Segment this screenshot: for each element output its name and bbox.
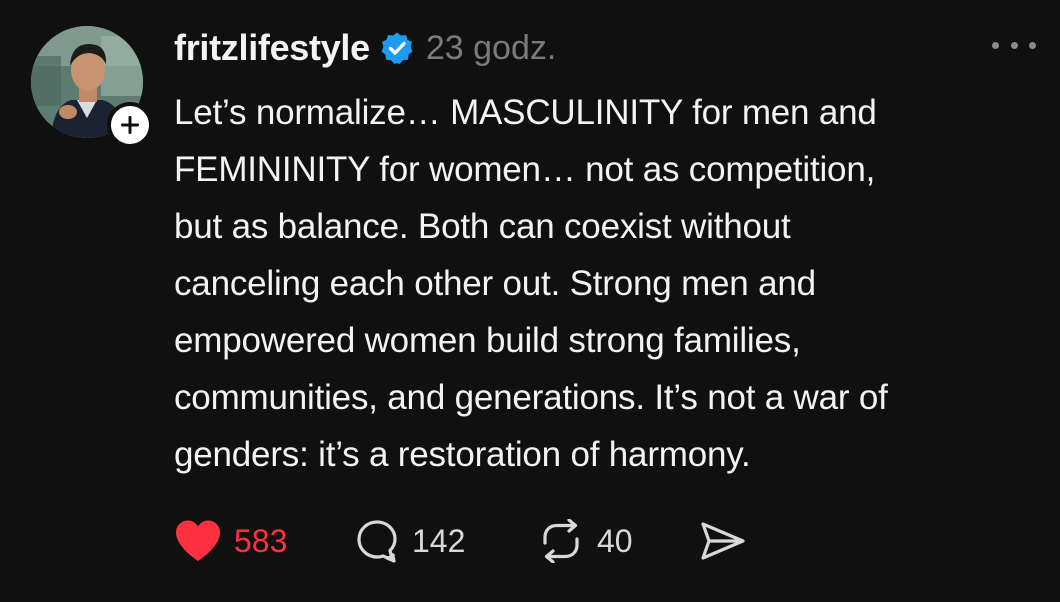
post-text-line: empowered women build strong families,: [174, 321, 801, 360]
thread-post: fritzlifestyle 23 godz. Let’s normalize……: [0, 0, 1060, 602]
repost-icon: [543, 519, 579, 563]
avatar-container: [31, 26, 153, 148]
more-options-button[interactable]: [992, 30, 1036, 60]
post-text: Let’s normalize… MASCULINITY for men and…: [174, 84, 1034, 483]
heart-filled-icon: [176, 520, 220, 561]
like-button[interactable]: 583: [174, 519, 354, 563]
follow-button[interactable]: [107, 102, 153, 148]
post-text-line: Let’s normalize… MASCULINITY for men and: [174, 93, 877, 132]
post-text-line: but as balance. Both can coexist without: [174, 207, 791, 246]
post-text-line: genders: it’s a restoration of harmony.: [174, 435, 751, 474]
more-dot: [1029, 41, 1036, 49]
like-count: 583: [234, 522, 288, 559]
post-text-line: communities, and generations. It’s not a…: [174, 378, 888, 417]
more-dot: [1010, 41, 1018, 49]
plus-icon: [121, 116, 139, 134]
comment-button[interactable]: 142: [354, 518, 537, 564]
post-text-line: canceling each other out. Strong men and: [174, 264, 816, 303]
comment-bubble-icon: [357, 520, 397, 563]
post-text-line: FEMININITY for women… not as competition…: [174, 150, 876, 189]
more-dot: [992, 41, 999, 49]
action-bar: 583 142 40: [174, 515, 759, 567]
send-icon: [701, 522, 745, 560]
share-button[interactable]: [699, 519, 759, 563]
verified-badge-icon: [380, 31, 414, 65]
post-header: fritzlifestyle 23 godz.: [174, 22, 556, 74]
comment-count: 142: [412, 522, 466, 559]
username-link[interactable]: fritzlifestyle: [174, 27, 370, 69]
repost-count: 40: [597, 522, 633, 559]
post-timestamp: 23 godz.: [425, 28, 557, 67]
repost-button[interactable]: 40: [537, 519, 699, 563]
